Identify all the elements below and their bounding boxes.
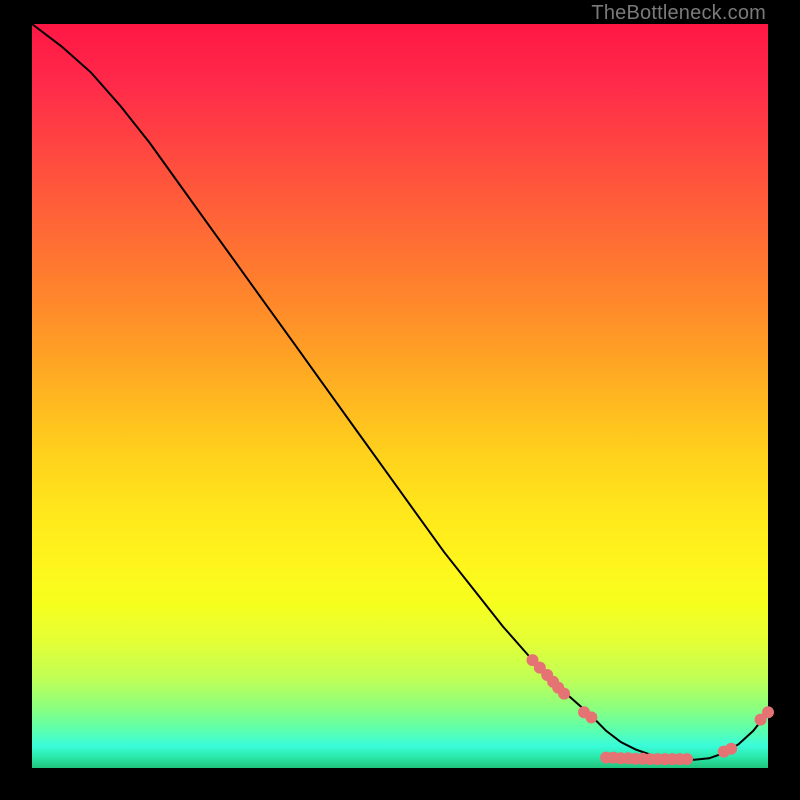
scatter-point [558, 688, 570, 700]
scatter-point [762, 706, 774, 718]
bottleneck-curve [32, 24, 768, 760]
chart-frame: TheBottleneck.com [0, 0, 800, 800]
scatter-point [585, 711, 597, 723]
watermark-text: TheBottleneck.com [591, 2, 766, 25]
scatter-points [527, 654, 775, 765]
chart-svg [32, 24, 768, 768]
plot-area [32, 24, 768, 768]
scatter-point [681, 753, 693, 765]
scatter-point [725, 743, 737, 755]
